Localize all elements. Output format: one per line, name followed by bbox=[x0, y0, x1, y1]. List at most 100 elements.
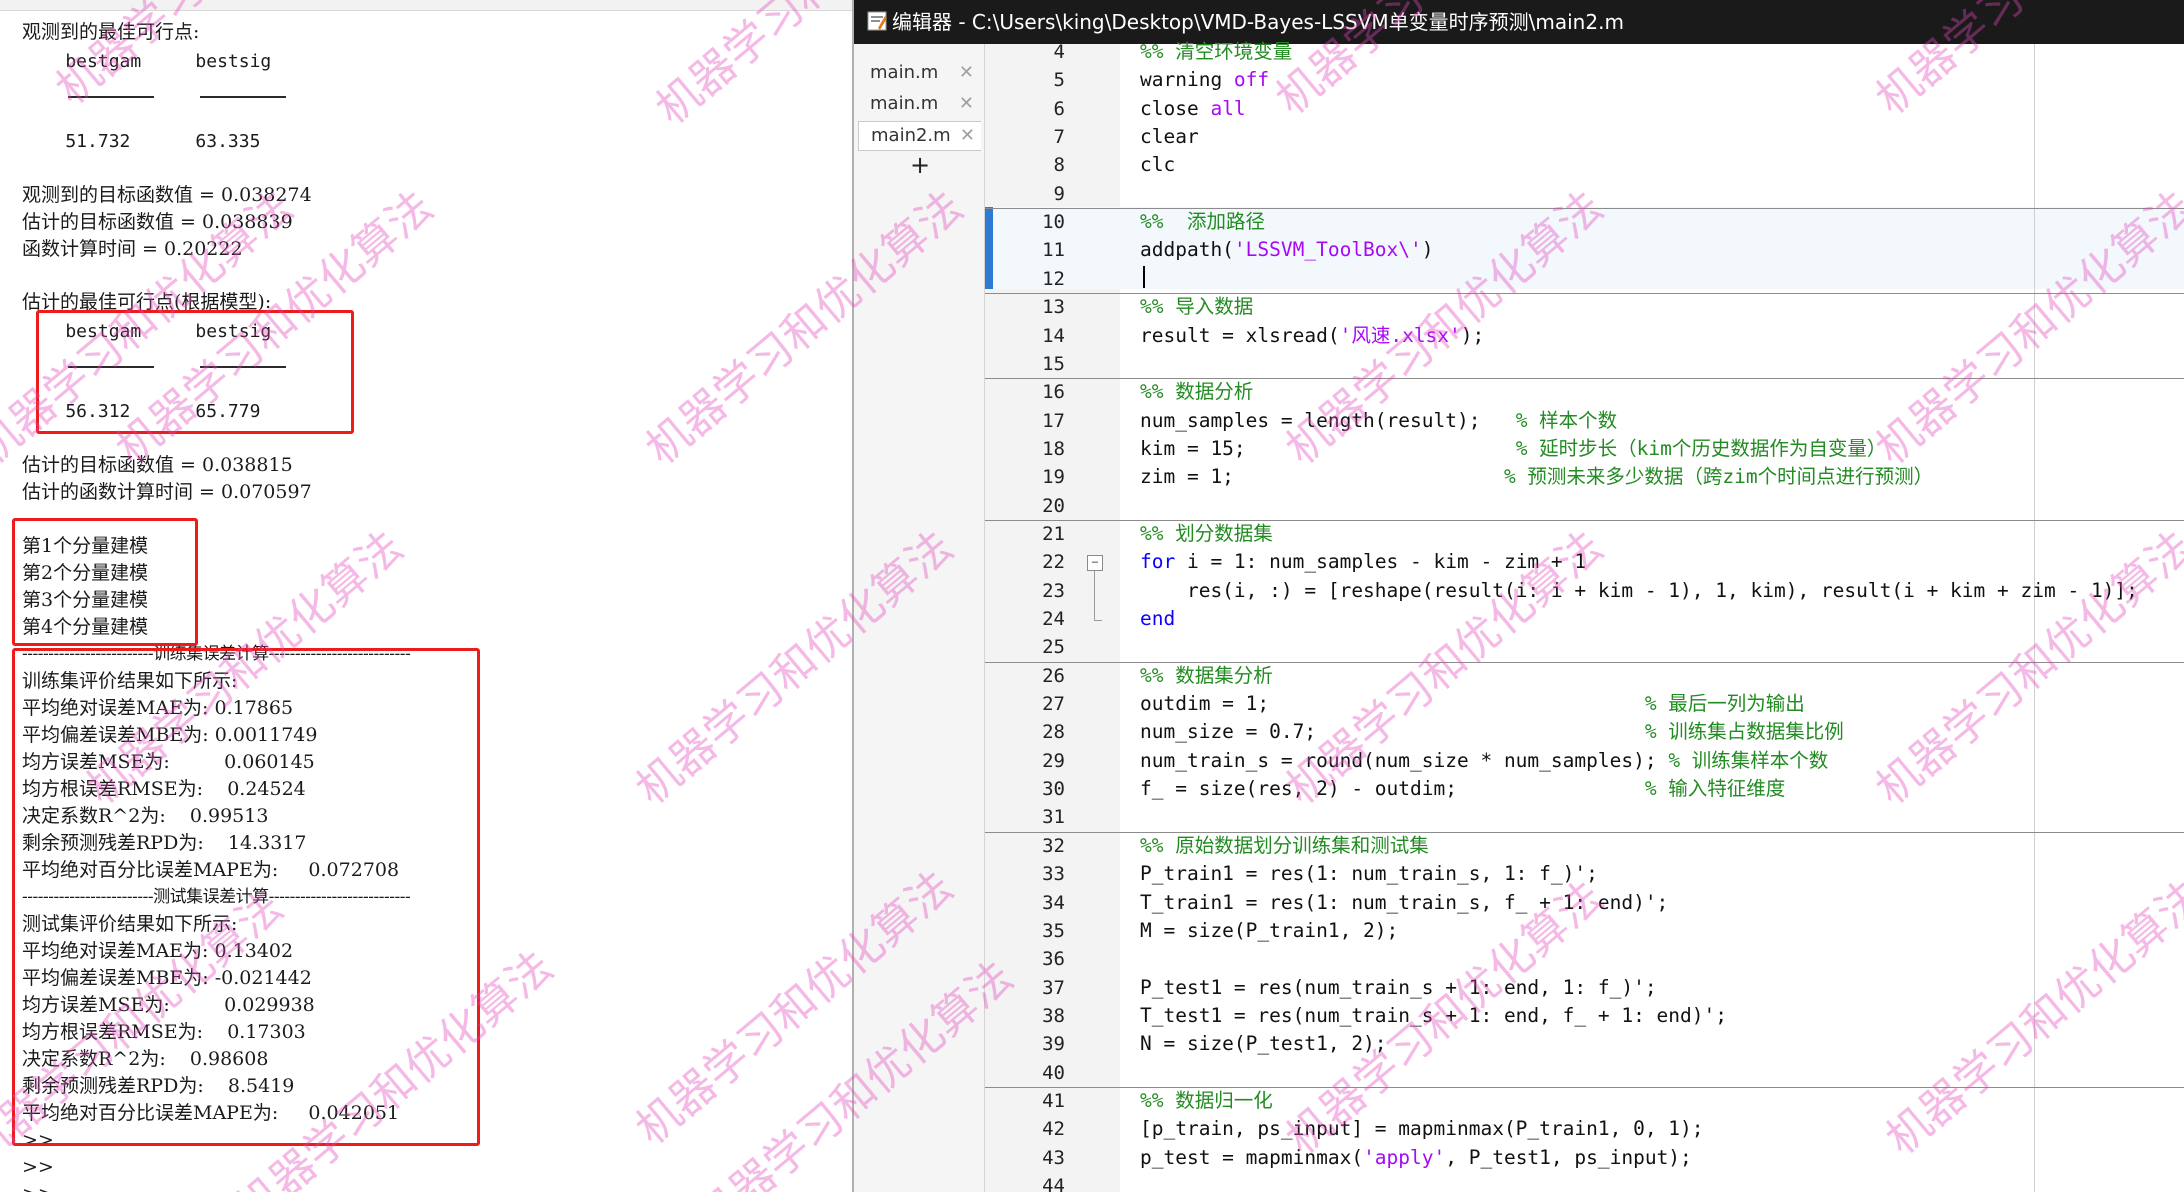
line-number: 7 bbox=[1053, 126, 1065, 149]
code-line[interactable]: num_size = 0.7; % 训练集占数据集比例 bbox=[1140, 720, 1844, 744]
file-tab-main[interactable]: main.m ✕ bbox=[858, 90, 980, 118]
code-token: result = xlsread( bbox=[1140, 323, 1340, 347]
code-line[interactable]: N = size(P_test1, 2); bbox=[1140, 1032, 1387, 1056]
code-token: %% 原始数据划分训练集和测试集 bbox=[1140, 833, 1429, 857]
line-number: 6 bbox=[1053, 97, 1065, 120]
line-number: 10 bbox=[1042, 211, 1065, 234]
highlight-box-estimated-point bbox=[36, 310, 354, 434]
line-number: 30 bbox=[1042, 778, 1065, 801]
code-line[interactable]: zim = 1; % 预测未来多少数据（跨zim个时间点进行预测） bbox=[1140, 465, 1933, 489]
code-line[interactable]: P_test1 = res(num_train_s + 1: end, 1: f… bbox=[1140, 976, 1657, 1000]
close-icon[interactable]: ✕ bbox=[959, 90, 974, 118]
editor-title-bar[interactable]: 编辑器 - C:\Users\king\Desktop\VMD-Bayes-LS… bbox=[854, 0, 2184, 44]
line-number: 43 bbox=[1042, 1146, 1065, 1169]
code-line[interactable]: %% 划分数据集 bbox=[1140, 522, 1273, 546]
line-number: 5 bbox=[1053, 69, 1065, 92]
code-line[interactable]: %% 清空环境变量 bbox=[1140, 40, 1292, 64]
code-line[interactable]: num_samples = length(result); % 样本个数 bbox=[1140, 409, 1617, 433]
code-line[interactable]: num_train_s = round(num_size * num_sampl… bbox=[1140, 749, 1828, 773]
fold-toggle-icon[interactable]: − bbox=[1087, 555, 1103, 571]
code-line[interactable]: addpath('LSSVM_ToolBox\') bbox=[1140, 238, 1434, 262]
code-token: all bbox=[1210, 96, 1246, 120]
code-token: f_ = size(res, 2) - outdim; bbox=[1140, 777, 1645, 801]
code-line[interactable]: p_test = mapminmax('apply', P_test1, ps_… bbox=[1140, 1146, 1692, 1170]
code-token: % 预测未来多少数据（跨zim个时间点进行预测） bbox=[1503, 465, 1934, 489]
code-token: for bbox=[1140, 550, 1176, 574]
code-token: res(i, :) = [reshape(result(i: i + kim -… bbox=[1140, 578, 2138, 602]
code-line[interactable]: %% 导入数据 bbox=[1140, 295, 1253, 319]
code-line[interactable]: res(i, :) = [reshape(result(i: i + kim -… bbox=[1140, 579, 2138, 603]
line-number: 4 bbox=[1053, 41, 1065, 63]
code-token: p_test = mapminmax( bbox=[1140, 1145, 1364, 1169]
code-line[interactable]: result = xlsread('风速.xlsx'); bbox=[1140, 324, 1484, 348]
code-line[interactable]: P_train1 = res(1: num_train_s, 1: f_)'; bbox=[1140, 862, 1598, 886]
code-token: 'apply' bbox=[1363, 1145, 1446, 1169]
editor-window: 编辑器 - C:\Users\king\Desktop\VMD-Bayes-LS… bbox=[852, 0, 2184, 1192]
code-line[interactable]: [p_train, ps_input] = mapminmax(P_train1… bbox=[1140, 1117, 1704, 1141]
code-line[interactable]: %% 数据分析 bbox=[1140, 380, 1253, 404]
code-token: num_size = 0.7; bbox=[1140, 720, 1645, 744]
code-line[interactable]: clc bbox=[1140, 153, 1175, 177]
file-tab-label: main.m bbox=[870, 93, 939, 114]
cell-divider bbox=[985, 293, 2184, 295]
code-line[interactable]: T_test1 = res(num_train_s + 1: end, f_ +… bbox=[1140, 1004, 1727, 1028]
code-token: P_train1 = res(1: num_train_s, 1: f_)'; bbox=[1140, 862, 1598, 886]
line-number: 11 bbox=[1042, 239, 1065, 262]
fold-guide bbox=[1094, 571, 1095, 621]
highlight-box-metrics bbox=[12, 648, 480, 1146]
file-tab-main2[interactable]: main2.m ✕ bbox=[858, 121, 981, 151]
code-line[interactable]: close all bbox=[1140, 97, 1246, 121]
console-line: 函数计算时间 = 0.20222 bbox=[22, 238, 243, 260]
new-tab-button[interactable]: + bbox=[910, 151, 930, 179]
code-line[interactable]: warning off bbox=[1140, 68, 1269, 92]
line-number: 35 bbox=[1042, 919, 1065, 942]
code-line[interactable]: kim = 15; % 延时步长（kim个历史数据作为自变量） bbox=[1140, 437, 1886, 461]
code-line[interactable]: %% 原始数据划分训练集和测试集 bbox=[1140, 834, 1429, 858]
code-token: ) bbox=[1421, 238, 1434, 262]
code-token: clc bbox=[1140, 153, 1176, 177]
line-number: 12 bbox=[1042, 267, 1065, 290]
close-icon[interactable]: ✕ bbox=[959, 59, 974, 87]
code-line[interactable]: for i = 1: num_samples - kim - zim + 1 bbox=[1140, 550, 1586, 574]
line-number: 38 bbox=[1042, 1004, 1065, 1027]
code-token: %% 数据集分析 bbox=[1140, 663, 1273, 687]
console-line: 估计的目标函数值 = 0.038839 bbox=[22, 211, 293, 233]
code-line[interactable]: f_ = size(res, 2) - outdim; % 输入特征维度 bbox=[1140, 777, 1785, 801]
file-tab-main[interactable]: main.m ✕ bbox=[858, 59, 980, 87]
console-line: 估计的函数计算时间 = 0.070597 bbox=[22, 481, 312, 503]
code-line[interactable]: %% 数据集分析 bbox=[1140, 664, 1273, 688]
code-token: addpath( bbox=[1140, 238, 1234, 262]
line-number: 15 bbox=[1042, 352, 1065, 375]
cell-divider bbox=[985, 378, 2184, 380]
line-number: 37 bbox=[1042, 976, 1065, 999]
code-line[interactable]: T_train1 = res(1: num_train_s, f_ + 1: e… bbox=[1140, 891, 1668, 915]
line-number: 28 bbox=[1042, 721, 1065, 744]
code-token: %% 数据归一化 bbox=[1140, 1088, 1273, 1112]
code-line[interactable]: %% 数据归一化 bbox=[1140, 1089, 1273, 1113]
text-cursor bbox=[1143, 266, 1145, 288]
line-number: 31 bbox=[1042, 806, 1065, 829]
code-line[interactable]: M = size(P_train1, 2); bbox=[1140, 919, 1398, 943]
console-line: 观测到的最佳可行点: bbox=[22, 21, 200, 43]
column-underline bbox=[200, 96, 286, 98]
command-window[interactable]: 观测到的最佳可行点: bestgam bestsig 51.732 63.335… bbox=[0, 0, 852, 1192]
code-token: , P_test1, ps_input); bbox=[1445, 1145, 1692, 1169]
right-margin-line bbox=[2034, 44, 2035, 1192]
close-icon[interactable]: ✕ bbox=[960, 122, 975, 150]
prompt-line[interactable]: >> bbox=[22, 1182, 54, 1192]
line-number: 24 bbox=[1042, 608, 1065, 630]
code-line[interactable]: end bbox=[1140, 607, 1175, 631]
line-number: 16 bbox=[1042, 381, 1065, 404]
line-number: 13 bbox=[1042, 296, 1065, 319]
code-line[interactable]: clear bbox=[1140, 125, 1199, 149]
code-token: ); bbox=[1460, 323, 1485, 347]
line-number: 29 bbox=[1042, 749, 1065, 772]
cell-divider bbox=[985, 208, 2184, 210]
code-line[interactable]: %% 添加路径 bbox=[1140, 210, 1265, 234]
fold-guide bbox=[1094, 620, 1102, 621]
line-number: 32 bbox=[1042, 834, 1065, 857]
line-number: 41 bbox=[1042, 1089, 1065, 1112]
code-line[interactable]: outdim = 1; % 最后一列为输出 bbox=[1140, 692, 1805, 716]
code-token: %% 导入数据 bbox=[1140, 295, 1254, 319]
prompt-line[interactable]: >> bbox=[22, 1155, 54, 1179]
